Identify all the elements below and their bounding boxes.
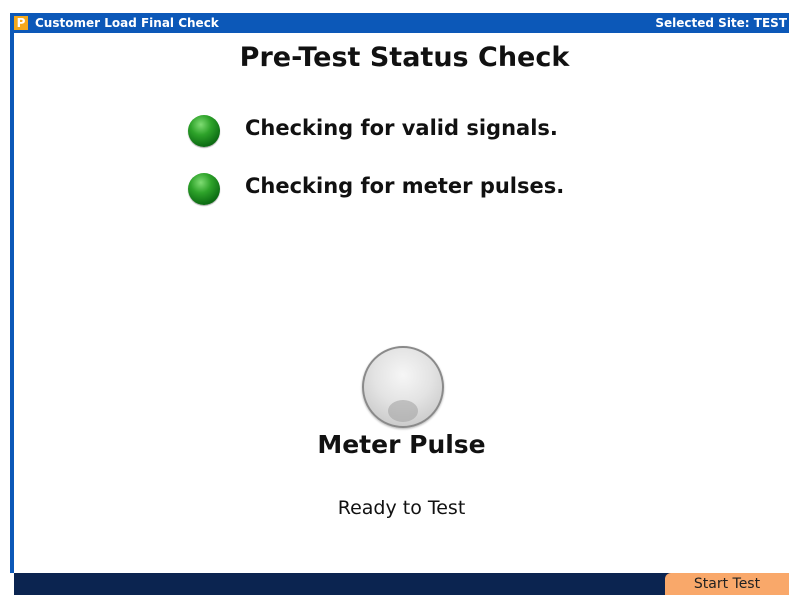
check-label: Checking for meter pulses. (245, 174, 565, 198)
left-border (10, 33, 14, 573)
status-led-icon (188, 115, 220, 147)
app-logo-icon: P (14, 16, 28, 30)
selected-site-label: Selected Site: TEST (655, 16, 787, 30)
status-led-icon (188, 173, 220, 205)
meter-pulse-title: Meter Pulse (317, 430, 486, 459)
window-title: Customer Load Final Check (35, 16, 219, 30)
test-status-text: Ready to Test (337, 497, 466, 519)
start-test-button[interactable]: Start Test (665, 573, 789, 595)
bottom-toolbar: Start Test (14, 573, 789, 595)
meter-pulse-lamp-icon (362, 346, 444, 428)
page-title: Pre-Test Status Check (239, 42, 570, 73)
title-bar: P Customer Load Final Check Selected Sit… (10, 13, 789, 33)
app-window: P Customer Load Final Check Selected Sit… (0, 0, 789, 595)
check-label: Checking for valid signals. (245, 116, 558, 140)
